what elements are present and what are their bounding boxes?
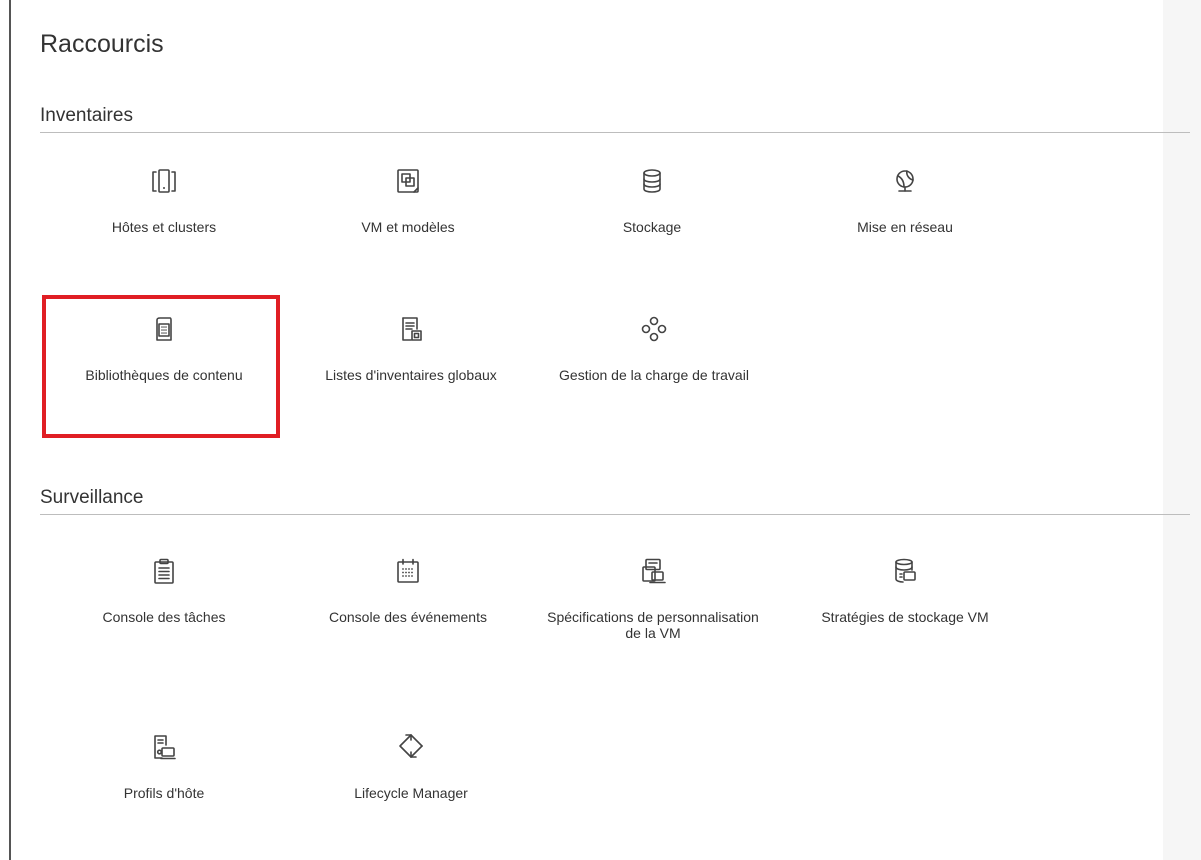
shortcut-workload-management[interactable]: Gestion de la charge de travail bbox=[539, 315, 769, 445]
vm-storage-policies-icon bbox=[891, 557, 919, 585]
shortcut-label: Listes d'inventaires globaux bbox=[325, 367, 497, 383]
shortcut-label: Hôtes et clusters bbox=[111, 219, 217, 235]
shortcut-networking[interactable]: Mise en réseau bbox=[790, 167, 1020, 297]
shortcut-host-profiles[interactable]: Profils d'hôte bbox=[49, 733, 279, 860]
host-profiles-icon bbox=[150, 733, 178, 761]
global-inventory-lists-icon bbox=[397, 315, 425, 343]
shortcut-task-console[interactable]: Console des tâches bbox=[49, 557, 279, 687]
event-console-icon bbox=[394, 557, 422, 585]
task-console-icon bbox=[150, 557, 178, 585]
shortcut-label: Stratégies de stockage VM bbox=[821, 609, 989, 625]
lifecycle-manager-icon bbox=[397, 733, 425, 761]
shortcut-label: Bibliothèques de contenu bbox=[85, 367, 243, 383]
shortcut-vm-customization-specs[interactable]: Spécifications de personnalisation de la… bbox=[538, 557, 768, 687]
shortcut-event-console[interactable]: Console des événements bbox=[293, 557, 523, 687]
networking-icon bbox=[891, 167, 919, 195]
shortcut-label: Gestion de la charge de travail bbox=[559, 367, 749, 383]
storage-icon bbox=[638, 167, 666, 195]
shortcut-vm-templates[interactable]: VM et modèles bbox=[293, 167, 523, 297]
shortcuts-page: Raccourcis Inventaires Hôtes et clusters… bbox=[0, 0, 1201, 860]
shortcut-hosts-clusters[interactable]: Hôtes et clusters bbox=[49, 167, 279, 297]
shortcut-label: Console des événements bbox=[329, 609, 487, 625]
shortcut-label: Mise en réseau bbox=[857, 219, 953, 235]
content-library-icon bbox=[150, 315, 178, 343]
shortcut-global-inventory-lists[interactable]: Listes d'inventaires globaux bbox=[296, 315, 526, 445]
section-header-inventaires: Inventaires bbox=[40, 106, 1190, 133]
section-header-surveillance: Surveillance bbox=[40, 488, 1190, 515]
shortcut-label: Profils d'hôte bbox=[123, 785, 205, 801]
shortcut-label: Console des tâches bbox=[102, 609, 226, 625]
shortcut-label: VM et modèles bbox=[361, 219, 455, 235]
vm-templates-icon bbox=[394, 167, 422, 195]
shortcut-vm-storage-policies[interactable]: Stratégies de stockage VM bbox=[790, 557, 1020, 687]
page-title: Raccourcis bbox=[40, 30, 164, 58]
hosts-clusters-icon bbox=[150, 167, 178, 195]
workload-management-icon bbox=[640, 315, 668, 343]
left-divider bbox=[9, 0, 11, 860]
vm-customization-specs-icon bbox=[639, 557, 667, 585]
shortcut-storage[interactable]: Stockage bbox=[537, 167, 767, 297]
shortcut-label: Lifecycle Manager bbox=[354, 785, 468, 801]
shortcut-label: Stockage bbox=[622, 219, 682, 235]
shortcut-lifecycle-manager[interactable]: Lifecycle Manager bbox=[296, 733, 526, 860]
shortcut-label: Spécifications de personnalisation de la… bbox=[547, 609, 759, 641]
shortcut-content-libraries[interactable]: Bibliothèques de contenu bbox=[49, 315, 279, 445]
